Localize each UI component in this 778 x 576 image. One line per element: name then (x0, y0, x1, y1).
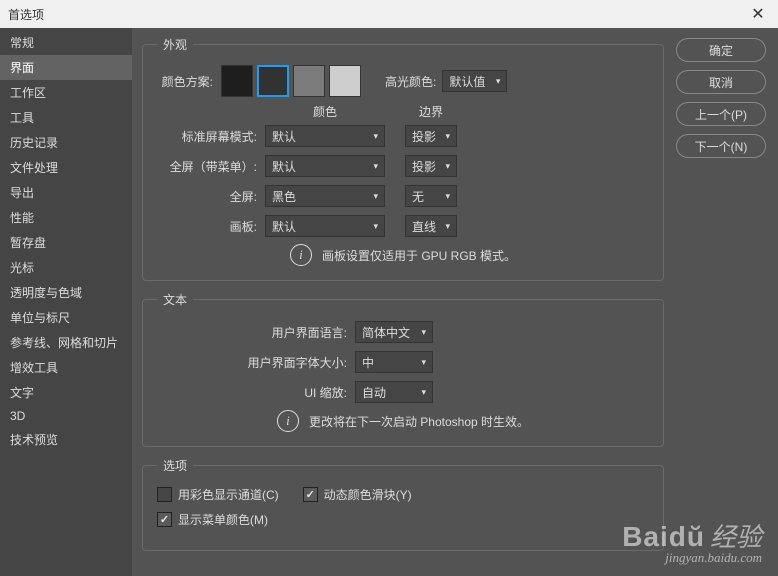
color-select[interactable]: 默认▾ (265, 155, 385, 177)
sidebar-item[interactable]: 界面 (0, 55, 132, 80)
text-setting-label: 用户界面字体大小: (157, 354, 347, 371)
sidebar: 常规界面工作区工具历史记录文件处理导出性能暂存盘光标透明度与色域单位与标尺参考线… (0, 28, 132, 576)
border-column-header: 边界 (405, 103, 457, 120)
sidebar-item[interactable]: 性能 (0, 205, 132, 230)
chevron-down-icon: ▾ (421, 327, 426, 338)
sidebar-item[interactable]: 文字 (0, 380, 132, 405)
text-group: 文本 用户界面语言: 简体中文▾ 用户界面字体大小: 中▾ UI 缩放: 自动▾… (142, 291, 664, 447)
border-select[interactable]: 投影▾ (405, 155, 457, 177)
close-button[interactable]: ✕ (738, 0, 778, 28)
dialog-buttons: 确定 取消 上一个(P) 下一个(N) (676, 38, 766, 158)
cancel-button[interactable]: 取消 (676, 70, 766, 94)
chevron-down-icon: ▾ (373, 221, 378, 232)
appearance-group: 外观 颜色方案: 高光颜色: 默认值 ▾ 颜色 边界 标准屏幕模式: 默认▾ 投… (142, 36, 664, 281)
chevron-down-icon: ▾ (421, 387, 426, 398)
checkbox[interactable] (157, 512, 172, 527)
sidebar-item[interactable]: 工作区 (0, 80, 132, 105)
text-setting-select[interactable]: 简体中文▾ (355, 321, 433, 343)
color-swatch[interactable] (221, 65, 253, 97)
highlight-color-value: 默认值 (449, 73, 485, 90)
border-select[interactable]: 投影▾ (405, 125, 457, 147)
option-show-menu-colors[interactable]: 显示菜单颜色(M) (157, 511, 268, 528)
checkbox[interactable] (303, 487, 318, 502)
chevron-down-icon: ▾ (373, 161, 378, 172)
color-column-header: 颜色 (265, 103, 385, 120)
color-swatch[interactable] (257, 65, 289, 97)
sidebar-item[interactable]: 工具 (0, 105, 132, 130)
options-group: 选项 用彩色显示通道(C) 动态颜色滑块(Y) 显示菜单颜色(M) (142, 457, 664, 551)
chevron-down-icon: ▾ (373, 191, 378, 202)
border-select[interactable]: 无▾ (405, 185, 457, 207)
chevron-down-icon: ▾ (445, 161, 450, 172)
option-color-channels[interactable]: 用彩色显示通道(C) (157, 486, 279, 503)
color-swatch[interactable] (329, 65, 361, 97)
sidebar-item[interactable]: 透明度与色域 (0, 280, 132, 305)
chevron-down-icon: ▾ (496, 76, 501, 87)
appearance-info-text: 画板设置仅适用于 GPU RGB 模式。 (322, 247, 516, 264)
color-scheme-label: 颜色方案: (157, 73, 213, 90)
options-legend: 选项 (157, 457, 193, 474)
content-panel: 确定 取消 上一个(P) 下一个(N) 外观 颜色方案: 高光颜色: 默认值 ▾… (132, 28, 778, 576)
screen-mode-label: 标准屏幕模式: (157, 128, 257, 145)
main-area: 常规界面工作区工具历史记录文件处理导出性能暂存盘光标透明度与色域单位与标尺参考线… (0, 28, 778, 576)
sidebar-item[interactable]: 光标 (0, 255, 132, 280)
sidebar-item[interactable]: 3D (0, 405, 132, 427)
screen-mode-label: 全屏: (157, 188, 257, 205)
next-button[interactable]: 下一个(N) (676, 134, 766, 158)
text-setting-select[interactable]: 自动▾ (355, 381, 433, 403)
chevron-down-icon: ▾ (445, 191, 450, 202)
sidebar-item[interactable]: 导出 (0, 180, 132, 205)
checkbox[interactable] (157, 487, 172, 502)
highlight-color-select[interactable]: 默认值 ▾ (442, 70, 507, 92)
info-icon: i (290, 244, 312, 266)
chevron-down-icon: ▾ (445, 221, 450, 232)
text-setting-label: 用户界面语言: (157, 324, 347, 341)
option-dynamic-sliders[interactable]: 动态颜色滑块(Y) (303, 486, 412, 503)
sidebar-item[interactable]: 增效工具 (0, 355, 132, 380)
text-legend: 文本 (157, 291, 193, 308)
appearance-legend: 外观 (157, 36, 193, 53)
chevron-down-icon: ▾ (445, 131, 450, 142)
sidebar-item[interactable]: 技术预览 (0, 427, 132, 452)
sidebar-item[interactable]: 单位与标尺 (0, 305, 132, 330)
option-label: 动态颜色滑块(Y) (324, 486, 412, 503)
chevron-down-icon: ▾ (421, 357, 426, 368)
info-icon: i (277, 410, 299, 432)
sidebar-item[interactable]: 常规 (0, 30, 132, 55)
border-select[interactable]: 直线▾ (405, 215, 457, 237)
window-title: 首选项 (8, 6, 738, 23)
titlebar: 首选项 ✕ (0, 0, 778, 28)
screen-mode-label: 画板: (157, 218, 257, 235)
text-info-text: 更改将在下一次启动 Photoshop 时生效。 (309, 413, 529, 430)
color-select[interactable]: 默认▾ (265, 215, 385, 237)
text-setting-label: UI 缩放: (157, 384, 347, 401)
chevron-down-icon: ▾ (373, 131, 378, 142)
screen-mode-label: 全屏（带菜单）: (157, 158, 257, 175)
option-label: 用彩色显示通道(C) (178, 486, 279, 503)
color-swatch[interactable] (293, 65, 325, 97)
color-select[interactable]: 默认▾ (265, 125, 385, 147)
text-setting-select[interactable]: 中▾ (355, 351, 433, 373)
sidebar-item[interactable]: 参考线、网格和切片 (0, 330, 132, 355)
color-select[interactable]: 黑色▾ (265, 185, 385, 207)
prev-button[interactable]: 上一个(P) (676, 102, 766, 126)
highlight-color-label: 高光颜色: (385, 73, 436, 90)
color-scheme-swatches (221, 65, 361, 97)
sidebar-item[interactable]: 历史记录 (0, 130, 132, 155)
sidebar-item[interactable]: 文件处理 (0, 155, 132, 180)
sidebar-item[interactable]: 暂存盘 (0, 230, 132, 255)
ok-button[interactable]: 确定 (676, 38, 766, 62)
option-label: 显示菜单颜色(M) (178, 511, 268, 528)
